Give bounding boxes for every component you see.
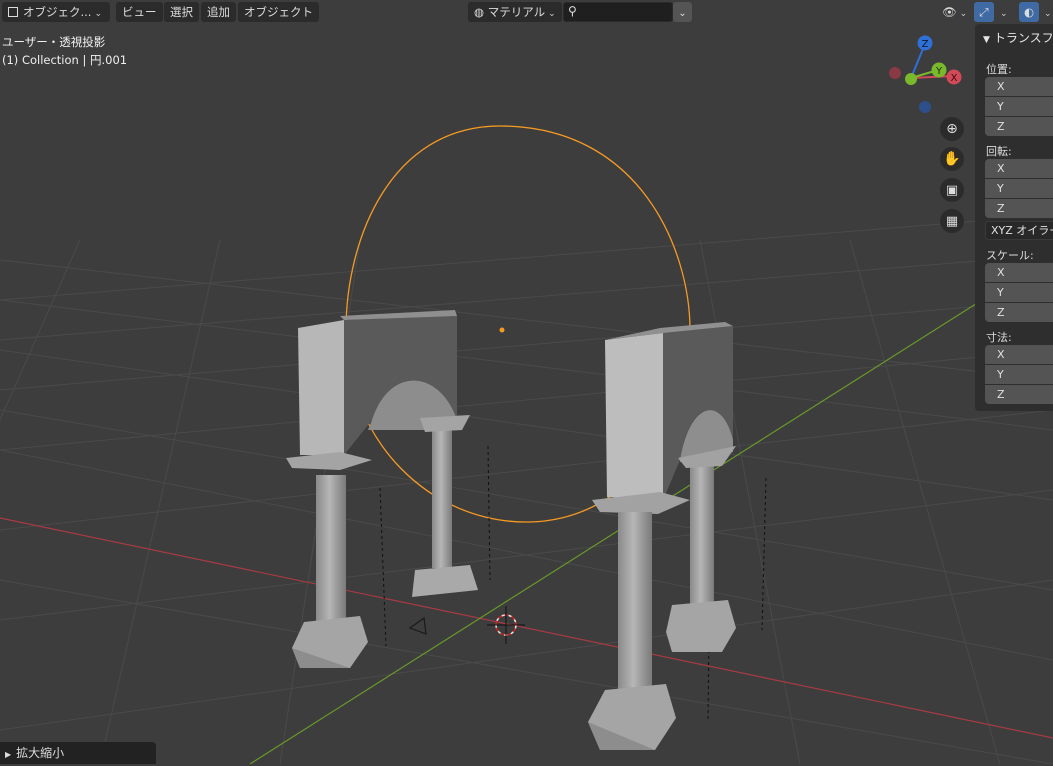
location-x-field[interactable]: X	[985, 77, 1053, 96]
camera-icon: ▣	[945, 182, 959, 198]
menu-select[interactable]: 選択	[164, 2, 199, 22]
menu-object[interactable]: オブジェクト	[238, 2, 319, 22]
collection-info: (1) Collection | 円.001	[2, 53, 128, 67]
rotation-x-field[interactable]: X	[985, 159, 1053, 178]
location-label: 位置:	[986, 63, 1012, 76]
pan-button[interactable]: ✋	[940, 147, 964, 171]
chevron-down-icon: ⌄	[94, 9, 103, 19]
svg-text:X: X	[951, 73, 958, 84]
overlay-dropdown[interactable]: ⌄	[1040, 2, 1053, 22]
visibility-toggle[interactable]: 👁 ⌄	[938, 2, 970, 22]
expand-triangle-icon: ▶	[5, 750, 12, 759]
chevron-down-icon: ⌄	[678, 8, 687, 19]
shading-selector[interactable]: ◍ マテリアル ⌄	[468, 2, 562, 22]
scale-x-field[interactable]: X	[985, 263, 1053, 282]
grid-ortho-icon: ▦	[945, 213, 959, 229]
gizmo-dropdown[interactable]: ⌄	[995, 2, 1011, 22]
scale-y-field[interactable]: Y	[985, 283, 1053, 302]
svg-text:Z: Z	[922, 39, 929, 50]
gizmo-icon: ⤢	[979, 5, 989, 19]
shading-label: マテリアル	[487, 5, 546, 19]
collapse-triangle-icon: ▼	[983, 35, 990, 45]
ortho-toggle-button[interactable]: ▦	[940, 209, 964, 233]
chevron-down-icon: ⌄	[959, 9, 968, 19]
viewport-header: オブジェク... ⌄ ビュー 選択 追加 オブジェクト ◍ マテリアル ⌄ ⚲ ⌄ …	[0, 0, 1053, 24]
object-mode-icon	[8, 7, 18, 17]
gizmo-toggle[interactable]: ⤢	[974, 2, 994, 22]
rotation-y-field[interactable]: Y	[985, 179, 1053, 198]
chevron-down-icon: ⌄	[548, 9, 556, 19]
location-y-field[interactable]: Y	[985, 97, 1053, 116]
svg-text:Y: Y	[935, 66, 943, 77]
globe-icon: ◍	[474, 5, 485, 19]
view-name: ユーザー・透視投影	[2, 35, 106, 49]
eye-icon: 👁	[942, 5, 957, 19]
overlay-toggle[interactable]: ◐	[1019, 2, 1039, 22]
rotation-z-field[interactable]: Z	[985, 199, 1053, 218]
dimensions-y-field[interactable]: Y	[985, 365, 1053, 384]
viewport-canvas[interactable]: Z Y X	[0, 0, 1053, 764]
dimensions-label: 寸法:	[986, 331, 1012, 344]
scale-z-field[interactable]: Z	[985, 303, 1053, 322]
floor-grid	[0, 214, 1053, 764]
menu-add[interactable]: 追加	[201, 2, 236, 22]
search-input[interactable]: ⚲	[563, 2, 673, 22]
operator-label: 拡大縮小	[16, 746, 65, 760]
rotation-mode-select[interactable]: XYZ オイラー	[985, 221, 1053, 240]
mode-selector[interactable]: オブジェク... ⌄	[2, 2, 110, 22]
zoom-icon: ⊕	[946, 121, 958, 137]
left-arch[interactable]	[286, 310, 478, 668]
hand-pan-icon: ✋	[943, 151, 961, 167]
gizmo-neg-y	[905, 73, 917, 85]
zoom-button[interactable]: ⊕	[940, 117, 964, 141]
scale-label: スケール:	[986, 249, 1034, 262]
search-dropdown-button[interactable]: ⌄	[673, 2, 692, 22]
location-z-field[interactable]: Z	[985, 117, 1053, 136]
panel-title: トランスフ	[993, 31, 1053, 45]
3d-viewport[interactable]: Z Y X	[0, 0, 1053, 764]
menu-view[interactable]: ビュー	[116, 2, 163, 22]
panel-header[interactable]: ▼ トランスフ	[983, 29, 1053, 46]
transform-panel: ▼トランスフ 位置: X Y Z 回転: X Y Z XYZ オイラー スケール…	[975, 24, 1053, 411]
overlay-icon: ◐	[1023, 5, 1035, 19]
3d-cursor[interactable]	[487, 606, 525, 644]
search-icon: ⚲	[568, 4, 577, 18]
gizmo-neg-x	[889, 67, 901, 79]
chevron-down-icon: ⌄	[1044, 9, 1052, 19]
chevron-down-icon: ⌄	[1000, 9, 1008, 19]
navigation-gizmo[interactable]: Z Y X	[889, 35, 962, 114]
dimensions-x-field[interactable]: X	[985, 345, 1053, 364]
last-operator-panel[interactable]: ▶ 拡大縮小	[0, 742, 156, 764]
object-origin-dot	[499, 327, 505, 333]
gizmo-neg-z	[919, 101, 931, 113]
dimensions-z-field[interactable]: Z	[985, 385, 1053, 404]
mode-label: オブジェク...	[23, 5, 92, 19]
camera-object[interactable]	[408, 616, 427, 635]
rotation-label: 回転:	[986, 145, 1012, 158]
camera-view-button[interactable]: ▣	[940, 178, 964, 202]
